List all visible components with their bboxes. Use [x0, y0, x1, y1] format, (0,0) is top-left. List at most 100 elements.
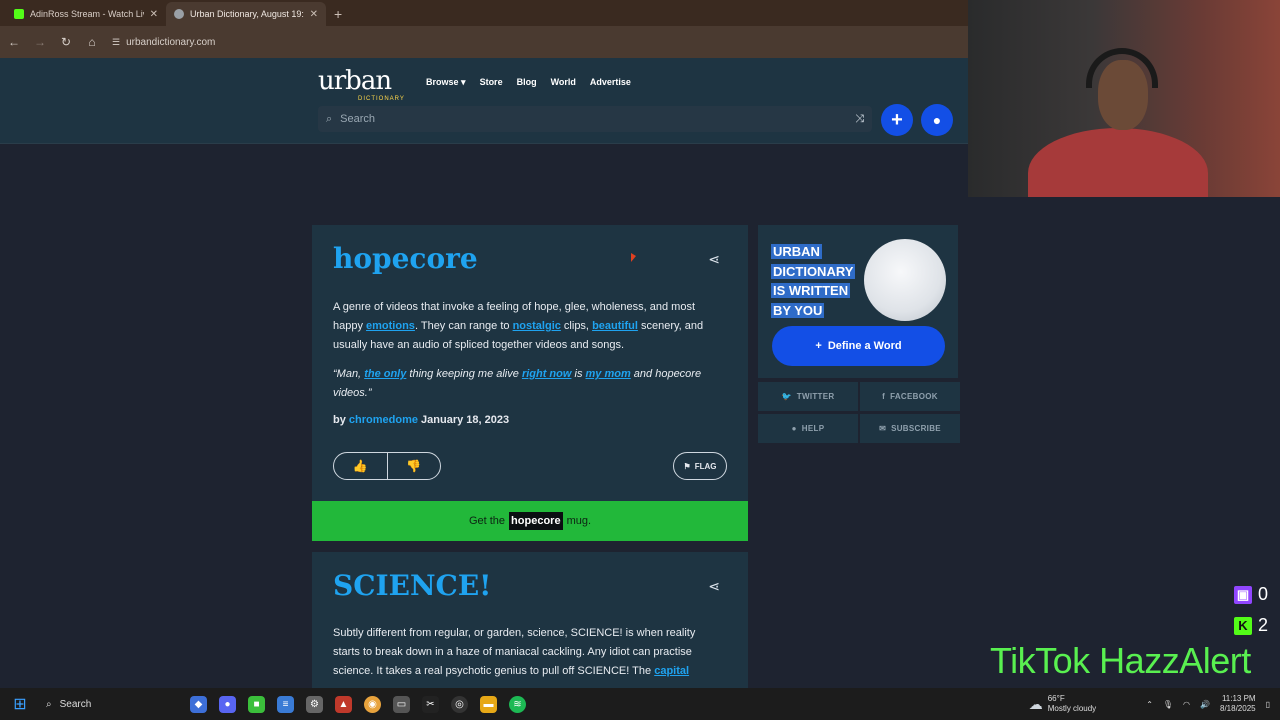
address-bar-row: ← → ↻ ⌂ ☰ urbandictionary.com — [0, 26, 968, 58]
link-label: FACEBOOK — [890, 392, 938, 401]
capcut-icon[interactable]: ✂ — [422, 695, 439, 713]
chrome-icon[interactable]: ◉ — [364, 695, 381, 713]
social-links: 🐦 TWITTER f FACEBOOK ● HELP ✉ SUBSCRIBE — [758, 382, 960, 443]
windows-start-icon[interactable]: ⊞ — [0, 694, 40, 714]
definition-link[interactable]: capital — [654, 665, 689, 677]
clock[interactable]: 11:13 PM 8/18/2025 — [1220, 694, 1256, 714]
wifi-icon[interactable]: ◠ — [1183, 700, 1190, 709]
by-label: by — [333, 414, 346, 426]
browser-tab-strip: AdinRoss Stream - Watch Live ✕ Urban Dic… — [0, 0, 968, 26]
definition-card: SCIENCE! ⋖ Subtly different from regular… — [312, 552, 748, 688]
discord-icon[interactable]: ● — [219, 695, 236, 713]
search-input[interactable]: ⌕ Search ⤨ — [318, 106, 872, 132]
kick-viewer-counter: K 2 — [1234, 615, 1268, 636]
mug-word: hopecore — [509, 512, 563, 530]
nav-store[interactable]: Store — [480, 77, 503, 88]
weather-desc: Mostly cloudy — [1047, 704, 1097, 713]
definition-word[interactable]: hopecore — [333, 242, 478, 275]
define-a-word-button[interactable]: + Define a Word — [772, 326, 945, 366]
flag-button[interactable]: ⚑ FLAG — [673, 452, 727, 480]
mail-icon: ✉ — [879, 424, 887, 433]
nav-blog[interactable]: Blog — [517, 77, 537, 88]
tiktok-overlay-text: TikTok HazzAlert — [990, 640, 1251, 681]
definition-word[interactable]: SCIENCE! — [333, 569, 491, 602]
facebook-link[interactable]: f FACEBOOK — [860, 382, 960, 411]
taskbar-search[interactable]: ⌕ Search — [40, 692, 144, 716]
search-icon: ⌕ — [326, 112, 333, 125]
thumbs-up-button[interactable]: 👍 — [334, 453, 387, 479]
help-link[interactable]: ● HELP — [758, 414, 858, 443]
logo-text: urban — [318, 66, 392, 96]
chevron-up-icon[interactable]: ⌃ — [1146, 700, 1153, 709]
url-field[interactable]: ☰ urbandictionary.com — [112, 37, 215, 48]
definition-link[interactable]: beautiful — [592, 320, 638, 332]
share-icon[interactable]: ⋖ — [708, 251, 720, 268]
definition-link[interactable]: nostalgic — [513, 320, 561, 332]
shuffle-icon[interactable]: ⤨ — [855, 113, 864, 126]
nav-advertise[interactable]: Advertise — [590, 77, 631, 88]
back-icon[interactable]: ← — [8, 35, 20, 49]
copilot-icon[interactable]: ◆ — [190, 695, 207, 713]
urban-dictionary-logo[interactable]: urban DICTIONARY — [318, 66, 405, 102]
nav-world[interactable]: World — [551, 77, 576, 88]
close-tab-icon[interactable]: ✕ — [150, 9, 158, 20]
definition-link[interactable]: right now — [522, 368, 572, 380]
thumbs-down-icon: 👎 — [406, 459, 422, 473]
clock-time: 11:13 PM — [1221, 694, 1256, 703]
kick-favicon-icon — [14, 9, 24, 19]
notification-icon[interactable]: ▯ — [1266, 700, 1270, 709]
obs-icon[interactable]: ◎ — [451, 695, 468, 713]
written-line: IS WRITTEN — [771, 283, 851, 298]
forward-icon[interactable]: → — [34, 35, 46, 49]
define-label: Define a Word — [827, 340, 902, 352]
definition-link[interactable]: the only — [364, 368, 406, 380]
mouse-cursor — [631, 253, 636, 262]
weather-widget[interactable]: ☁ 66°F Mostly cloudy — [1029, 694, 1096, 714]
microphone-icon[interactable]: 🎙 — [1163, 700, 1173, 709]
share-icon[interactable]: ⋖ — [708, 578, 720, 595]
account-button[interactable]: ● — [921, 104, 953, 136]
kick-count: 2 — [1258, 615, 1269, 635]
settings-icon[interactable]: ⚙ — [306, 695, 323, 713]
thumbs-down-button[interactable]: 👎 — [386, 453, 441, 479]
written-line: URBAN — [771, 244, 822, 259]
user-icon: ● — [932, 112, 942, 128]
home-icon[interactable]: ⌂ — [86, 35, 98, 49]
webcam-person-body — [1028, 128, 1208, 197]
definition-byline: by chromedome January 18, 2023 — [333, 414, 509, 426]
reload-icon[interactable]: ↻ — [60, 35, 72, 49]
spotify-icon[interactable]: ≋ — [509, 695, 526, 713]
url-text: urbandictionary.com — [126, 36, 216, 48]
sidebar-promo: URBAN DICTIONARY IS WRITTEN BY YOU + Def… — [758, 225, 958, 378]
file-explorer-icon[interactable]: ▬ — [480, 695, 497, 713]
definition-link[interactable]: emotions — [366, 320, 415, 332]
tab-adinross[interactable]: AdinRoss Stream - Watch Live ✕ — [6, 2, 166, 26]
plus-icon: + — [891, 108, 903, 131]
close-tab-icon[interactable]: ✕ — [310, 9, 318, 20]
caret-down-icon: ▾ — [461, 77, 466, 87]
windows-taskbar: ⊞ ⌕ Search ◆ ● ■ ≡ ⚙ ▲ ◉ ▭ ✂ ◎ ▬ ≋ ☁ 66°… — [0, 688, 1280, 720]
twitch-viewer-counter: ▣ 0 — [1234, 584, 1268, 605]
written-by-you-text: URBAN DICTIONARY IS WRITTEN BY YOU — [771, 242, 856, 320]
volume-icon[interactable]: 🔊 — [1200, 700, 1210, 709]
mug-suffix: mug. — [566, 515, 592, 527]
definition-link[interactable]: my mom — [586, 368, 631, 380]
subscribe-link[interactable]: ✉ SUBSCRIBE — [860, 414, 960, 443]
add-definition-button[interactable]: + — [881, 104, 913, 136]
mug-banner[interactable]: Get the hopecore mug. — [312, 501, 748, 541]
twitch-count: 0 — [1258, 584, 1269, 604]
site-info-icon[interactable]: ☰ — [112, 37, 120, 48]
notepad-icon[interactable]: ≡ — [277, 695, 294, 713]
minecraft-icon[interactable]: ■ — [248, 695, 265, 713]
tab-urban-dictionary[interactable]: Urban Dictionary, August 19: h ✕ — [166, 2, 326, 26]
flag-icon: ⚑ — [683, 461, 691, 471]
webcam-headphones — [1086, 48, 1158, 88]
twitter-link[interactable]: 🐦 TWITTER — [758, 382, 858, 411]
nav-browse[interactable]: Browse ▾ — [426, 77, 466, 88]
app-icon[interactable]: ▲ — [335, 695, 352, 713]
help-icon: ● — [791, 424, 797, 433]
new-tab-icon[interactable]: + — [334, 6, 342, 26]
author-link[interactable]: chromedome — [349, 414, 418, 426]
image-viewer-icon[interactable]: ▭ — [393, 695, 410, 713]
tab-title: AdinRoss Stream - Watch Live — [30, 9, 144, 19]
